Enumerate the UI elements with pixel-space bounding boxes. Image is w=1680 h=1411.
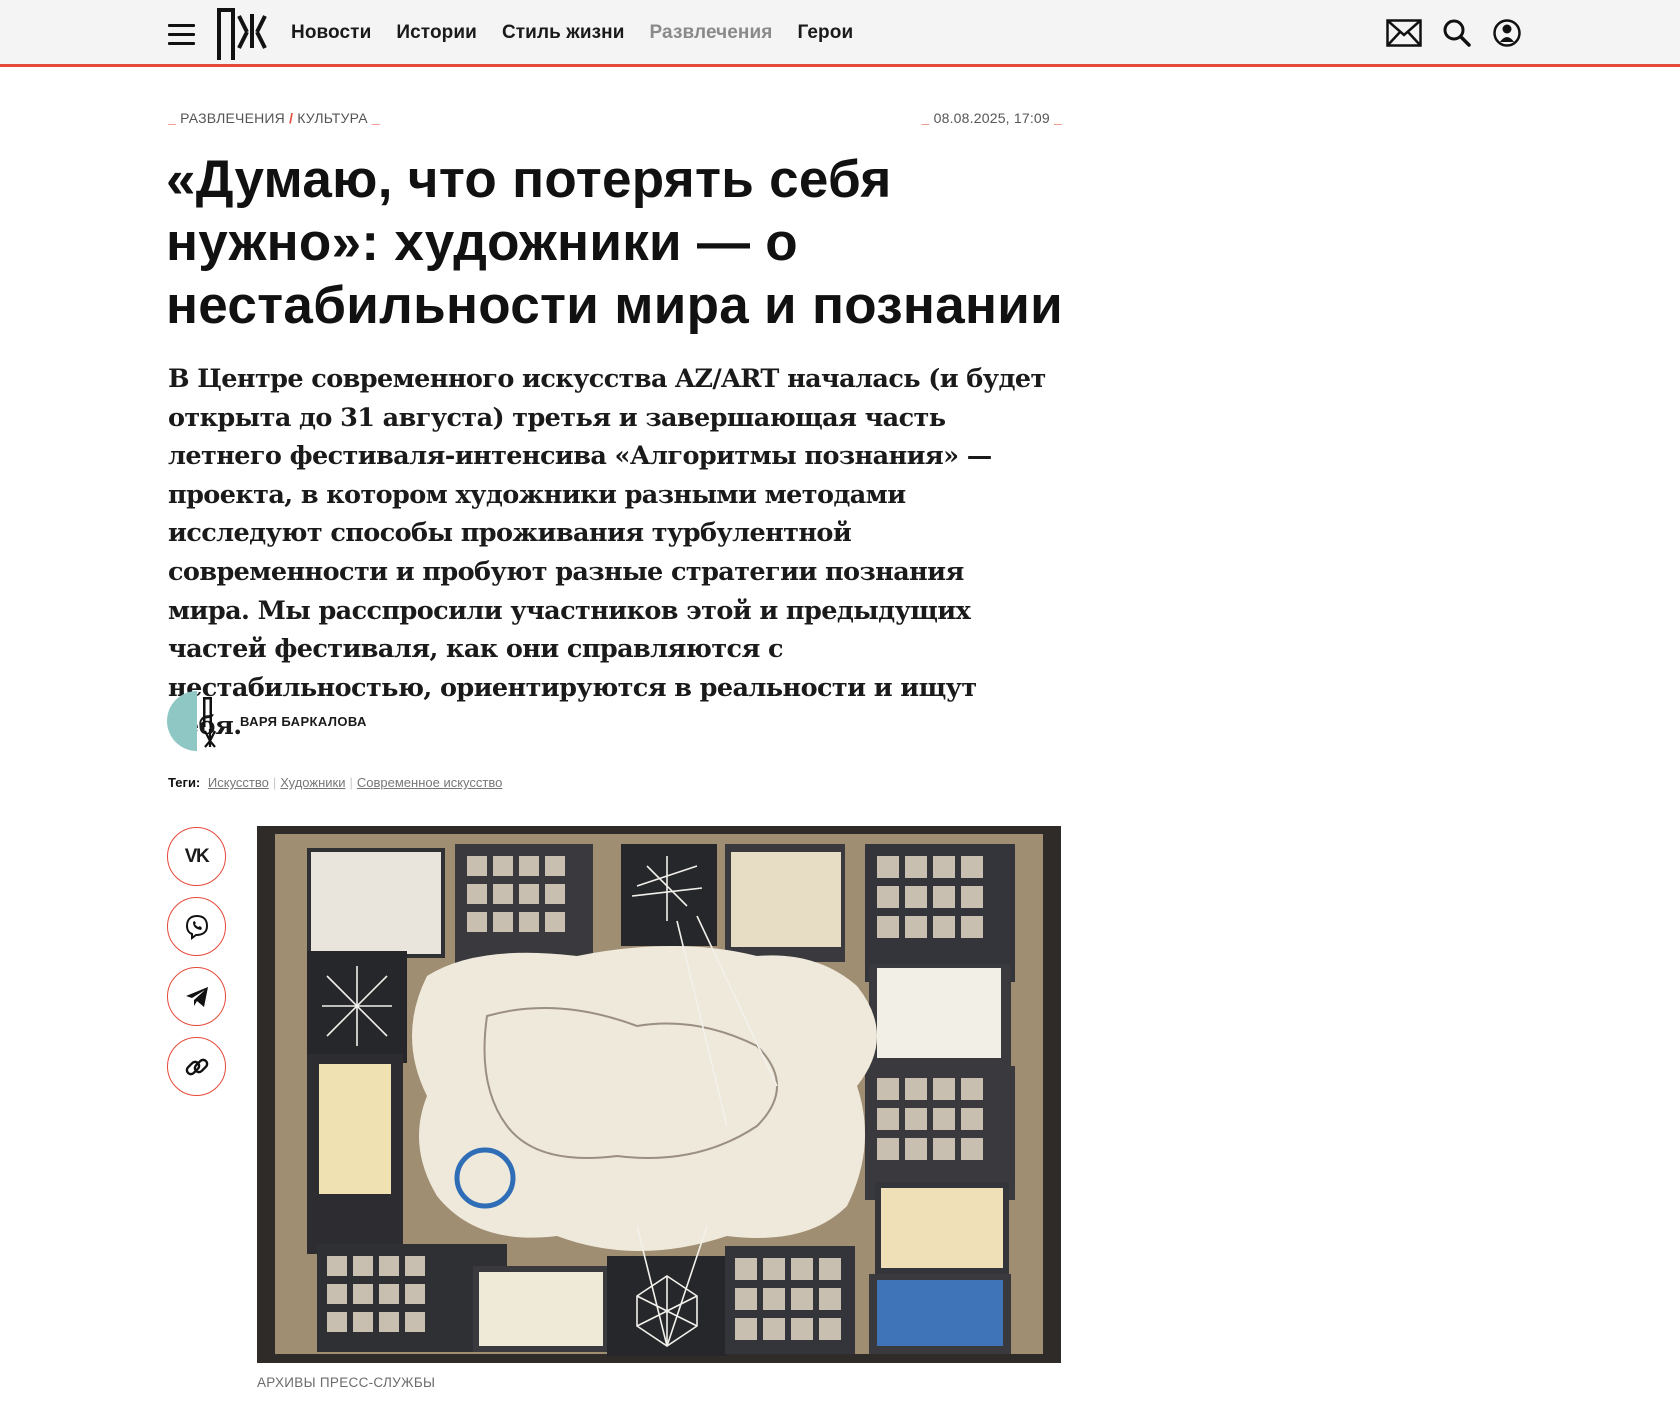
- nav-item-entertainment[interactable]: Развлечения: [650, 22, 773, 44]
- share-copy-link-button[interactable]: [167, 1037, 226, 1096]
- exhibition-artwork-image: [257, 826, 1061, 1363]
- author-name[interactable]: ВАРЯ БАРКАЛОВА: [240, 714, 367, 729]
- breadcrumb-item-culture[interactable]: КУЛЬТУРА: [297, 110, 368, 126]
- telegram-icon: [185, 986, 208, 1007]
- nav-item-news[interactable]: Новости: [291, 22, 371, 44]
- share-viber-button[interactable]: [167, 897, 226, 956]
- menu-icon[interactable]: [168, 24, 195, 45]
- tag-artists[interactable]: Художники: [280, 775, 345, 790]
- site-header: Новости Истории Стиль жизни Развлечения …: [0, 0, 1680, 67]
- tags: Теги: Искусство | Художники | Современное ис…: [168, 775, 503, 790]
- tag-contemporary-art[interactable]: Современное искусство: [357, 775, 502, 790]
- breadcrumb-separator: /: [289, 110, 294, 126]
- author-avatar[interactable]: [167, 691, 227, 751]
- user-icon[interactable]: [1492, 18, 1522, 48]
- breadcrumb: _ РАЗВЛЕЧЕНИЯ / КУЛЬТУРА _: [168, 110, 380, 126]
- viber-icon: [185, 914, 208, 940]
- share-vk-button[interactable]: VK: [167, 827, 226, 886]
- site-logo[interactable]: [217, 8, 267, 60]
- main-nav: Новости Истории Стиль жизни Развлечения …: [291, 22, 853, 44]
- header-actions: [1386, 18, 1522, 48]
- mail-icon[interactable]: [1386, 19, 1422, 47]
- search-icon[interactable]: [1442, 18, 1472, 48]
- vk-icon: VK: [184, 845, 210, 867]
- article-lead: В Центре современного искусства AZ/ART н…: [168, 364, 1046, 742]
- tags-label: Теги:: [168, 775, 201, 790]
- article-title: «Думаю, что потерять себя нужно»: художн…: [166, 150, 1064, 335]
- share-bar: VK: [167, 827, 226, 1107]
- tag-art[interactable]: Искусство: [208, 775, 269, 790]
- nav-item-heroes[interactable]: Герои: [797, 22, 853, 44]
- breadcrumb-item-entertainment[interactable]: РАЗВЛЕЧЕНИЯ: [180, 110, 285, 126]
- share-telegram-button[interactable]: [167, 967, 226, 1026]
- photo-caption: АРХИВЫ ПРЕСС-СЛУЖБЫ: [257, 1375, 436, 1390]
- publish-date: _ 08.08.2025, 17:09 _: [921, 110, 1062, 126]
- publish-date-text: 08.08.2025, 17:09: [933, 110, 1050, 126]
- nav-item-stories[interactable]: Истории: [396, 22, 477, 44]
- nav-item-lifestyle[interactable]: Стиль жизни: [502, 22, 625, 44]
- article-photo[interactable]: [257, 826, 1061, 1363]
- link-icon: [185, 1058, 208, 1075]
